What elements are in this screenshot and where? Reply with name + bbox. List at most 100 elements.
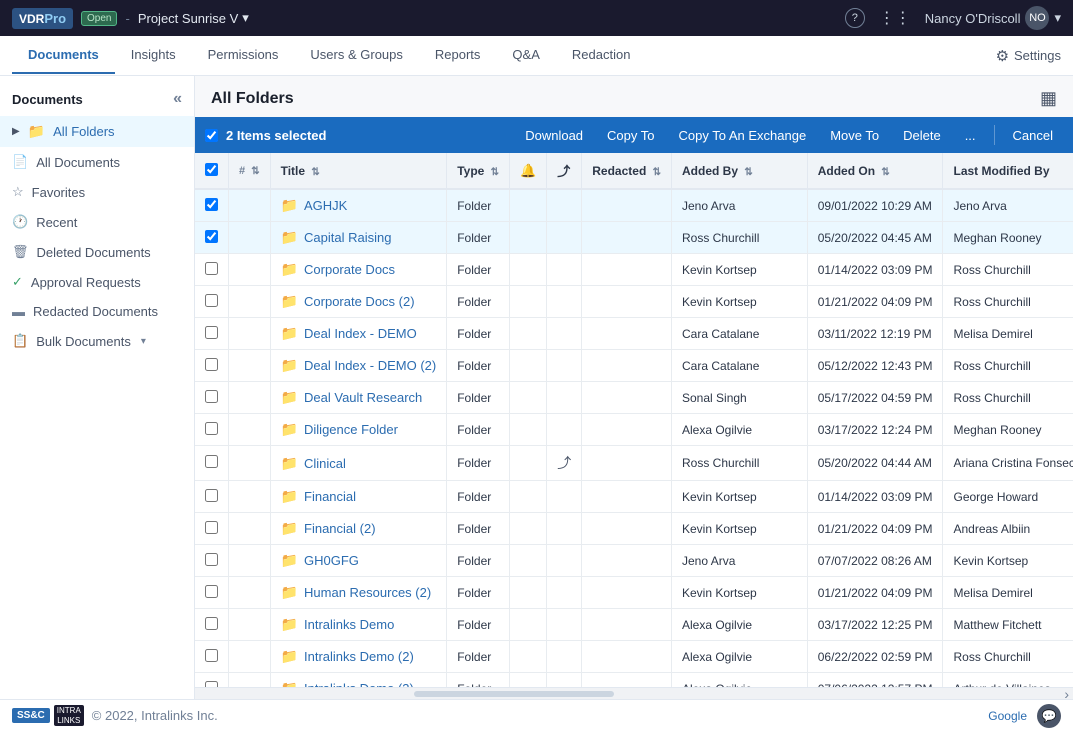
sidebar-item-approval[interactable]: ✓ Approval Requests bbox=[0, 267, 194, 297]
sidebar-item-all-folders[interactable]: ▶ 📁 All Folders bbox=[0, 116, 194, 147]
row-checkbox[interactable] bbox=[205, 553, 218, 566]
sidebar-collapse-button[interactable]: « bbox=[173, 90, 182, 108]
settings-button[interactable]: ⚙ Settings bbox=[996, 47, 1061, 65]
row-checkbox-cell[interactable] bbox=[195, 414, 229, 446]
folder-name-link[interactable]: Diligence Folder bbox=[304, 422, 398, 437]
row-redacted bbox=[582, 286, 672, 318]
row-checkbox[interactable] bbox=[205, 422, 218, 435]
help-circle-button[interactable]: 💬 bbox=[1037, 704, 1061, 728]
help-icon[interactable]: ? bbox=[845, 8, 865, 28]
row-checkbox-cell[interactable] bbox=[195, 481, 229, 513]
folder-name-link[interactable]: Capital Raising bbox=[304, 230, 391, 245]
th-redacted[interactable]: Redacted ⇅ bbox=[582, 153, 672, 189]
row-share bbox=[547, 609, 582, 641]
folder-name-link[interactable]: Deal Index - DEMO (2) bbox=[304, 358, 436, 373]
row-checkbox[interactable] bbox=[205, 390, 218, 403]
row-checkbox-cell[interactable] bbox=[195, 577, 229, 609]
row-checkbox-cell[interactable] bbox=[195, 318, 229, 350]
row-checkbox[interactable] bbox=[205, 617, 218, 630]
tab-reports[interactable]: Reports bbox=[419, 37, 497, 74]
row-checkbox[interactable] bbox=[205, 585, 218, 598]
th-added-by[interactable]: Added By ⇅ bbox=[672, 153, 808, 189]
sidebar-item-redacted[interactable]: ▬ Redacted Documents bbox=[0, 297, 194, 326]
row-checkbox-cell[interactable] bbox=[195, 446, 229, 481]
tab-permissions[interactable]: Permissions bbox=[192, 37, 295, 74]
sidebar-item-recent[interactable]: 🕐 Recent bbox=[0, 207, 194, 237]
row-checkbox[interactable] bbox=[205, 294, 218, 307]
row-checkbox[interactable] bbox=[205, 230, 218, 243]
copy-to-button[interactable]: Copy To bbox=[597, 124, 664, 147]
row-checkbox[interactable] bbox=[205, 521, 218, 534]
folder-name-link[interactable]: Clinical bbox=[304, 456, 346, 471]
header-checkbox[interactable] bbox=[205, 163, 218, 176]
delete-button[interactable]: Delete bbox=[893, 124, 951, 147]
th-num[interactable]: # ⇅ bbox=[229, 153, 271, 189]
row-notify bbox=[510, 382, 547, 414]
row-checkbox-cell[interactable] bbox=[195, 513, 229, 545]
folder-name-link[interactable]: GH0GFG bbox=[304, 553, 359, 568]
row-checkbox[interactable] bbox=[205, 326, 218, 339]
row-checkbox[interactable] bbox=[205, 489, 218, 502]
horizontal-scrollbar[interactable]: › bbox=[195, 687, 1073, 699]
row-checkbox-cell[interactable] bbox=[195, 641, 229, 673]
th-type[interactable]: Type ⇅ bbox=[447, 153, 510, 189]
row-added-by: Sonal Singh bbox=[672, 382, 808, 414]
row-checkbox[interactable] bbox=[205, 198, 218, 211]
folder-name-link[interactable]: Deal Index - DEMO bbox=[304, 326, 417, 341]
cancel-button[interactable]: Cancel bbox=[1003, 124, 1063, 147]
sidebar-item-bulk[interactable]: 📋 Bulk Documents ▾ bbox=[0, 326, 194, 356]
download-button[interactable]: Download bbox=[515, 124, 593, 147]
copy-to-exchange-button[interactable]: Copy To An Exchange bbox=[669, 124, 817, 147]
tab-documents[interactable]: Documents bbox=[12, 37, 115, 74]
tab-users-groups[interactable]: Users & Groups bbox=[294, 37, 418, 74]
project-name[interactable]: Project Sunrise V ▾ bbox=[138, 10, 249, 26]
select-all-checkbox[interactable] bbox=[205, 129, 218, 142]
view-toggle-button[interactable]: ▦ bbox=[1040, 88, 1057, 109]
row-checkbox-cell[interactable] bbox=[195, 382, 229, 414]
folder-name-link[interactable]: Corporate Docs bbox=[304, 262, 395, 277]
th-share: ⤴ bbox=[547, 153, 582, 189]
th-checkbox[interactable] bbox=[195, 153, 229, 189]
folder-name-link[interactable]: Deal Vault Research bbox=[304, 390, 422, 405]
tab-qa[interactable]: Q&A bbox=[496, 37, 555, 74]
row-checkbox-cell[interactable] bbox=[195, 545, 229, 577]
scroll-right-arrow[interactable]: › bbox=[1064, 687, 1069, 699]
row-share[interactable]: ⤴ bbox=[547, 446, 582, 481]
folder-name-link[interactable]: Human Resources (2) bbox=[304, 585, 431, 600]
row-last-modified: Melisa Demirel bbox=[943, 577, 1073, 609]
row-checkbox-cell[interactable] bbox=[195, 222, 229, 254]
folder-name-link[interactable]: Intralinks Demo (2) bbox=[304, 649, 414, 664]
grid-icon[interactable]: ⋮⋮ bbox=[879, 8, 911, 28]
sidebar-item-deleted[interactable]: 🗑 Deleted Documents bbox=[0, 237, 194, 267]
row-checkbox-cell[interactable] bbox=[195, 286, 229, 318]
folder-name-link[interactable]: AGHJK bbox=[304, 198, 347, 213]
google-link[interactable]: Google bbox=[988, 709, 1027, 723]
row-notify bbox=[510, 414, 547, 446]
row-checkbox-cell[interactable] bbox=[195, 189, 229, 222]
row-checkbox-cell[interactable] bbox=[195, 609, 229, 641]
row-checkbox[interactable] bbox=[205, 358, 218, 371]
row-checkbox-cell[interactable] bbox=[195, 254, 229, 286]
row-checkbox-cell[interactable] bbox=[195, 350, 229, 382]
sidebar-item-label: Bulk Documents bbox=[36, 334, 131, 349]
share-icon[interactable]: ⤴ bbox=[557, 455, 571, 471]
sidebar-item-all-documents[interactable]: 📄 All Documents bbox=[0, 147, 194, 177]
th-title[interactable]: Title ⇅ bbox=[270, 153, 447, 189]
th-added-on[interactable]: Added On ⇅ bbox=[807, 153, 943, 189]
sidebar-item-favorites[interactable]: ☆ Favorites bbox=[0, 177, 194, 207]
row-notify bbox=[510, 673, 547, 688]
move-to-button[interactable]: Move To bbox=[820, 124, 889, 147]
more-options-button[interactable]: ... bbox=[955, 124, 986, 147]
tab-redaction[interactable]: Redaction bbox=[556, 37, 647, 74]
folder-name-link[interactable]: Financial bbox=[304, 489, 356, 504]
tab-insights[interactable]: Insights bbox=[115, 37, 192, 74]
user-menu[interactable]: Nancy O'Driscoll NO ▾ bbox=[925, 6, 1061, 30]
row-checkbox[interactable] bbox=[205, 455, 218, 468]
folder-name-link[interactable]: Corporate Docs (2) bbox=[304, 294, 415, 309]
folder-name-link[interactable]: Intralinks Demo bbox=[304, 617, 394, 632]
th-last-modified[interactable]: Last Modified By bbox=[943, 153, 1073, 189]
row-checkbox-cell[interactable] bbox=[195, 673, 229, 688]
folder-name-link[interactable]: Financial (2) bbox=[304, 521, 376, 536]
row-checkbox[interactable] bbox=[205, 649, 218, 662]
row-checkbox[interactable] bbox=[205, 262, 218, 275]
